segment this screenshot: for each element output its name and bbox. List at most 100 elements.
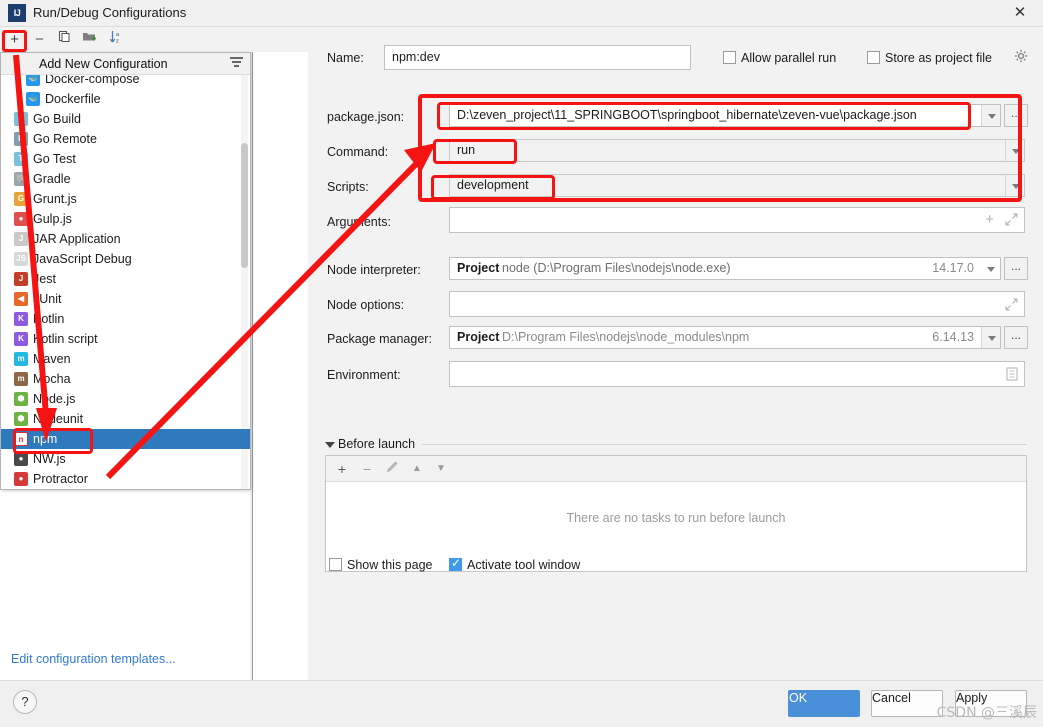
config-type-item-gulp-js[interactable]: ● Gulp.js [1,209,250,229]
configuration-form: Name: npm:dev Allow parallel run Store a… [309,27,1043,680]
node-interpreter-label: Node interpreter: [327,263,421,277]
config-type-label: Grunt.js [33,192,77,206]
plus-icon[interactable]: + [985,211,994,228]
copy-configuration-icon[interactable] [55,30,74,49]
expand-icon[interactable] [1005,213,1018,229]
config-type-item-npm[interactable]: n npm [1,429,250,449]
config-type-item-go-test[interactable]: T Go Test [1,149,250,169]
config-type-label: Protractor [33,472,88,486]
config-type-item-node-js[interactable]: ⬢ Node.js [1,389,250,409]
cancel-button[interactable]: Cancel [871,690,943,717]
config-type-item-gradle[interactable]: 🐘 Gradle [1,169,250,189]
add-configuration-button[interactable]: + [5,30,24,49]
remove-configuration-button[interactable]: − [30,30,49,49]
package-json-browse-button[interactable]: ... [1004,104,1028,127]
scripts-label: Scripts: [327,180,369,194]
dialog-footer: ? OK Cancel Apply [0,680,1043,727]
package-manager-dropdown-arrow[interactable] [981,327,1000,348]
node-interpreter-browse-button[interactable]: ... [1004,257,1028,280]
node-interpreter-dropdown-arrow[interactable] [981,258,1000,279]
node-interpreter-input[interactable]: Project node (D:\Program Files\nodejs\no… [449,257,1001,280]
package-manager-browse-button[interactable]: ... [1004,326,1028,349]
before-launch-move-up-button[interactable]: ▲ [410,460,424,478]
edit-configuration-templates-link[interactable]: Edit configuration templates... [11,652,176,666]
package-json-dropdown-arrow[interactable] [981,105,1000,126]
name-input-value: npm:dev [392,50,440,64]
add-new-configuration-popup: Add New Configuration 🐳 Docker-compose 🐳 Do… [0,52,251,490]
config-type-item-kotlin[interactable]: K Kotlin [1,309,250,329]
arguments-input[interactable]: + [449,207,1025,233]
scripts-value: development [457,178,529,192]
before-launch-divider [422,444,1027,445]
store-as-project-file-checkbox[interactable] [867,51,880,64]
config-type-item-javascript-debug[interactable]: JS JavaScript Debug [1,249,250,269]
scripts-dropdown-arrow[interactable] [1005,175,1024,196]
config-type-item-maven[interactable]: m Maven [1,349,250,369]
config-type-item-mocha[interactable]: m Mocha [1,369,250,389]
scripts-input[interactable]: development [449,174,1025,197]
command-input[interactable]: run [449,139,1025,162]
config-type-label: Kotlin script [33,332,98,346]
config-type-item-grunt-js[interactable]: G Grunt.js [1,189,250,209]
arguments-label: Arguments: [327,215,391,229]
help-button[interactable]: ? [13,690,37,714]
config-type-item-kotlin-script[interactable]: K Kotlin script [1,329,250,349]
docker-icon: 🐳 [26,92,40,106]
config-type-item-protractor[interactable]: ● Protractor [1,469,250,489]
node-options-input[interactable] [449,291,1025,317]
command-dropdown-arrow[interactable] [1005,140,1024,161]
activate-tool-window-checkbox-row[interactable]: Activate tool window [449,556,580,572]
config-type-item-nw-js[interactable]: ● NW.js [1,449,250,469]
gear-icon[interactable] [1014,49,1028,66]
expand-icon[interactable] [1005,298,1018,314]
before-launch-add-button[interactable]: + [334,460,350,478]
config-type-item-nodeunit[interactable]: ⬢ Nodeunit [1,409,250,429]
show-this-page-checkbox-row[interactable]: Show this page [329,558,432,572]
activate-tool-window-checkbox[interactable] [449,556,462,571]
package-manager-input[interactable]: Project D:\Program Files\nodejs\node_mod… [449,326,1001,349]
config-type-label: Docker-compose [45,75,140,86]
config-type-item-dockerfile[interactable]: 🐳 Dockerfile [1,89,250,109]
config-type-label: Go Remote [33,132,97,146]
node-options-label: Node options: [327,298,405,312]
name-input[interactable]: npm:dev [384,45,691,70]
before-launch-move-down-button[interactable]: ▼ [434,460,448,478]
store-as-project-file-checkbox-row[interactable]: Store as project file [867,51,992,65]
before-launch-edit-button[interactable] [384,460,400,478]
configurations-tree[interactable] [252,52,561,680]
nodejs-icon: ⬢ [14,392,28,406]
node-interpreter-scope: Project [457,261,500,275]
package-json-label: package.json: [327,110,405,124]
config-type-item-go-remote[interactable]: R Go Remote [1,129,250,149]
new-folder-icon[interactable] [80,30,99,49]
allow-parallel-run-checkbox-row[interactable]: Allow parallel run [723,51,836,65]
config-type-item-jest[interactable]: J Jest [1,269,250,289]
ok-button[interactable]: OK [788,690,860,717]
allow-parallel-run-label: Allow parallel run [741,51,837,65]
popup-pin-icon[interactable] [230,57,243,70]
config-type-label: Kotlin [33,312,65,326]
config-type-item-junit[interactable]: ◀ JUnit [1,289,250,309]
show-this-page-checkbox[interactable] [329,558,342,571]
environment-input[interactable] [449,361,1025,387]
config-type-label: Dockerfile [45,92,101,106]
before-launch-remove-button[interactable]: − [359,460,375,478]
environment-list-icon[interactable] [1006,367,1018,384]
package-manager-version: 6.14.13 [932,330,974,344]
package-manager-scope: Project [457,330,500,344]
allow-parallel-run-checkbox[interactable] [723,51,736,64]
mocha-icon: m [14,372,28,386]
jar-icon: J [14,232,28,246]
before-launch-collapse-icon[interactable] [325,442,335,448]
configuration-type-list[interactable]: 🐳 Docker-compose 🐳 Dockerfile G Go Build R Go R… [1,75,250,489]
config-type-label: Maven [33,352,71,366]
docker-icon: 🐳 [26,75,40,86]
config-type-item-go-build[interactable]: G Go Build [1,109,250,129]
package-json-input[interactable]: D:\zeven_project\11_SPRINGBOOT\springboo… [449,104,1001,127]
window-title: Run/Debug Configurations [33,5,187,20]
close-icon[interactable]: ✕ [1003,2,1037,24]
config-type-item-docker-compose[interactable]: 🐳 Docker-compose [1,75,250,89]
sort-alphabetically-icon[interactable]: az [107,30,126,49]
config-type-item-jar-application[interactable]: J JAR Application [1,229,250,249]
package-manager-label: Package manager: [327,332,432,346]
